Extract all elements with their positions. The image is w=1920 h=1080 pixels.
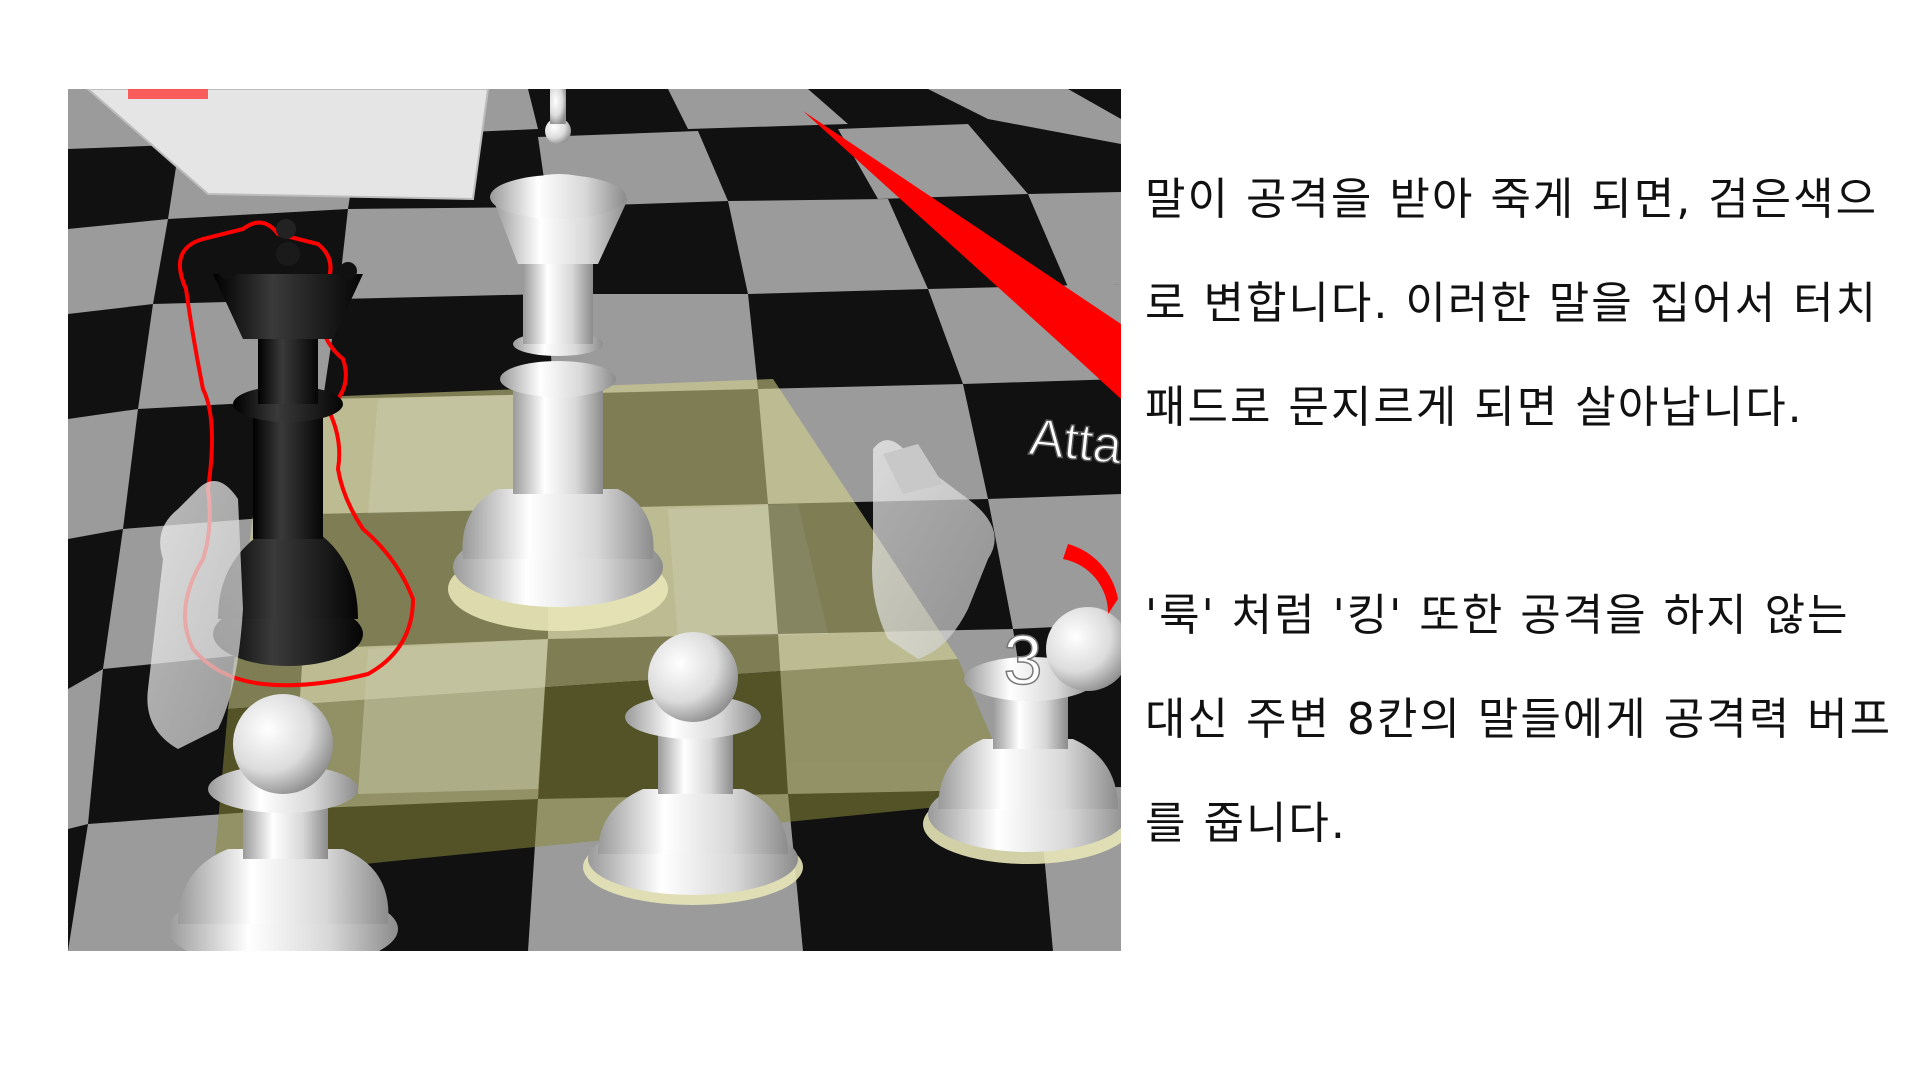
caption-paragraph-2: '룩' 처럼 '킹' 또한 공격을 하지 않는 대신 주변 8칸의 말들에게 공… xyxy=(1145,590,1893,849)
paper-red-mark xyxy=(128,89,208,99)
tutorial-caption: 말이 공격을 받아 죽게 되면, 검은색으로 변합니다. 이러한 말을 집어서 … xyxy=(1145,148,1905,876)
caption-paragraph-1: 말이 공격을 받아 죽게 되면, 검은색으로 변합니다. 이러한 말을 집어서 … xyxy=(1145,174,1879,433)
attack-counter: 3 xyxy=(1004,621,1043,699)
page: Attack 3 말이 공격을 받아 죽게 되면, 검은색으로 변합니다. 이러… xyxy=(0,0,1920,1080)
chess-scene: Attack 3 xyxy=(68,89,1121,951)
game-viewport[interactable]: Attack 3 xyxy=(68,89,1121,951)
